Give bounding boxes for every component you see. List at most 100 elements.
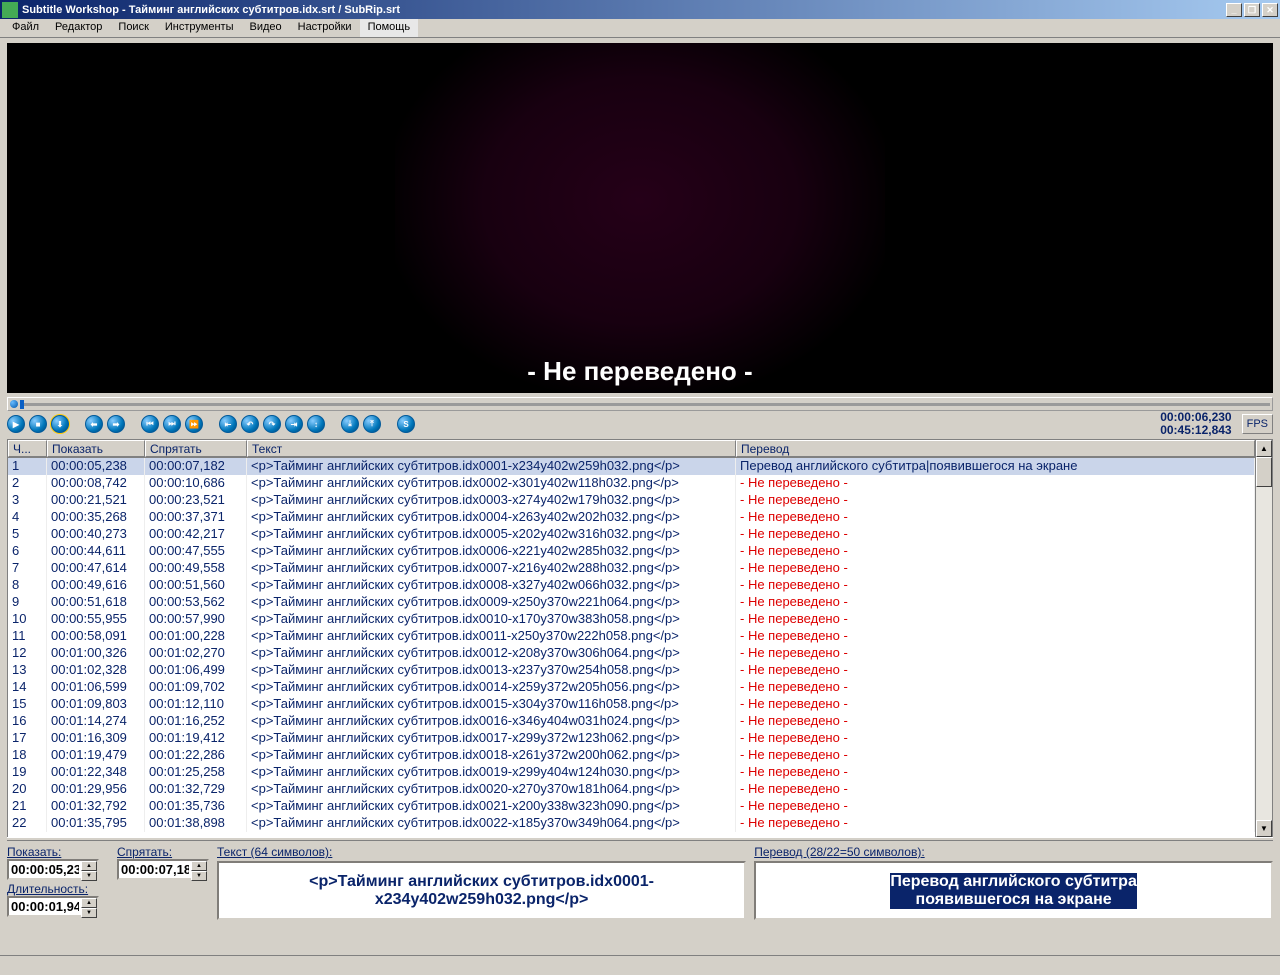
col-translation[interactable]: Перевод: [736, 440, 1255, 457]
cell-translation: - Не переведено -: [736, 696, 1255, 713]
scroll-down-button[interactable]: ▼: [1256, 820, 1272, 837]
video-preview[interactable]: - Не переведено -: [7, 43, 1273, 393]
spin-down-icon[interactable]: ▼: [81, 871, 97, 881]
table-row[interactable]: 1100:00:58,09100:01:00,228<p>Тайминг анг…: [8, 628, 1255, 645]
menu-file[interactable]: Файл: [4, 19, 47, 37]
toolbar-button-4[interactable]: ⬅: [85, 415, 103, 433]
spin-down-icon[interactable]: ▼: [191, 871, 207, 881]
table-row[interactable]: 1000:00:55,95500:00:57,990<p>Тайминг анг…: [8, 611, 1255, 628]
toolbar-button-13[interactable]: ↷: [263, 415, 281, 433]
editor-panel: Показать: ▲▼ Спрятать: ▲▼ Длительность: …: [7, 845, 1273, 920]
table-row[interactable]: 2100:01:32,79200:01:35,736<p>Тайминг анг…: [8, 798, 1255, 815]
table-row[interactable]: 2000:01:29,95600:01:32,729<p>Тайминг анг…: [8, 781, 1255, 798]
cell-show: 00:00:51,618: [47, 594, 145, 611]
table-row[interactable]: 500:00:40,27300:00:42,217<p>Тайминг англ…: [8, 526, 1255, 543]
spin-down-icon[interactable]: ▼: [81, 908, 97, 918]
toolbar-button-17[interactable]: ⤓: [341, 415, 359, 433]
cell-text: <p>Тайминг английских субтитров.idx0008-…: [247, 577, 736, 594]
table-row[interactable]: 600:00:44,61100:00:47,555<p>Тайминг англ…: [8, 543, 1255, 560]
table-row[interactable]: 1600:01:14,27400:01:16,252<p>Тайминг анг…: [8, 713, 1255, 730]
toolbar-button-11[interactable]: ⇤: [219, 415, 237, 433]
toolbar-button-14[interactable]: ⇥: [285, 415, 303, 433]
toolbar-button-18[interactable]: ⤒: [363, 415, 381, 433]
close-button[interactable]: ✕: [1262, 3, 1278, 17]
spin-up-icon[interactable]: ▲: [81, 898, 97, 908]
toolbar-button-2[interactable]: ⬇: [51, 415, 69, 433]
toolbar-button-15[interactable]: ↕: [307, 415, 325, 433]
table-row[interactable]: 400:00:35,26800:00:37,371<p>Тайминг англ…: [8, 509, 1255, 526]
toolbar-button-9[interactable]: ⏩: [185, 415, 203, 433]
scroll-track[interactable]: [1256, 457, 1272, 820]
toolbar-button-1[interactable]: ■: [29, 415, 47, 433]
cell-hide: 00:01:19,412: [145, 730, 247, 747]
cell-num: 6: [8, 543, 47, 560]
table-row[interactable]: 100:00:05,23800:00:07,182<p>Тайминг англ…: [8, 458, 1255, 475]
table-row[interactable]: 1400:01:06,59900:01:09,702<p>Тайминг анг…: [8, 679, 1255, 696]
spin-up-icon[interactable]: ▲: [191, 861, 207, 871]
toolbar-button-7[interactable]: ⏮: [141, 415, 159, 433]
menu-tools[interactable]: Инструменты: [157, 19, 242, 37]
title-bar: Subtitle Workshop - Тайминг английских с…: [0, 0, 1280, 19]
cell-num: 3: [8, 492, 47, 509]
table-row[interactable]: 1200:01:00,32600:01:02,270<p>Тайминг анг…: [8, 645, 1255, 662]
scroll-thumb[interactable]: [1256, 457, 1272, 487]
text-edit-box[interactable]: <p>Тайминг английских субтитров.idx0001-…: [217, 861, 746, 920]
menu-editor[interactable]: Редактор: [47, 19, 110, 37]
menu-video[interactable]: Видео: [241, 19, 289, 37]
show-label: Показать:: [7, 845, 99, 859]
table-row[interactable]: 1800:01:19,47900:01:22,286<p>Тайминг анг…: [8, 747, 1255, 764]
table-row[interactable]: 900:00:51,61800:00:53,562<p>Тайминг англ…: [8, 594, 1255, 611]
duration-field[interactable]: [9, 898, 81, 915]
menu-settings[interactable]: Настройки: [290, 19, 360, 37]
translation-field-label: Перевод (28/22=50 символов):: [754, 845, 1273, 859]
toolbar-button-12[interactable]: ↶: [241, 415, 259, 433]
cell-text: <p>Тайминг английских субтитров.idx0004-…: [247, 509, 736, 526]
seek-thumb[interactable]: [20, 400, 24, 409]
app-icon: [2, 2, 18, 18]
seek-bar[interactable]: [7, 397, 1273, 411]
seek-track[interactable]: [20, 403, 1270, 406]
translation-edit-box[interactable]: Перевод английского субтитрапоявившегося…: [754, 861, 1273, 920]
col-hide[interactable]: Спрятать: [145, 440, 247, 457]
cell-show: 00:00:47,614: [47, 560, 145, 577]
cell-show: 00:01:16,309: [47, 730, 145, 747]
splitter[interactable]: [7, 837, 1273, 841]
cell-text: <p>Тайминг английских субтитров.idx0017-…: [247, 730, 736, 747]
table-row[interactable]: 1500:01:09,80300:01:12,110<p>Тайминг анг…: [8, 696, 1255, 713]
scroll-up-button[interactable]: ▲: [1256, 440, 1272, 457]
col-num[interactable]: Ч...: [8, 440, 47, 457]
cell-num: 21: [8, 798, 47, 815]
toolbar-button-5[interactable]: ➡: [107, 415, 125, 433]
show-time-input[interactable]: ▲▼: [7, 859, 99, 880]
toolbar-button-8[interactable]: ⏭: [163, 415, 181, 433]
cell-hide: 00:00:23,521: [145, 492, 247, 509]
table-row[interactable]: 700:00:47,61400:00:49,558<p>Тайминг англ…: [8, 560, 1255, 577]
cell-show: 00:00:58,091: [47, 628, 145, 645]
show-time-field[interactable]: [9, 861, 81, 878]
col-show[interactable]: Показать: [47, 440, 145, 457]
menu-help[interactable]: Помощь: [360, 19, 419, 37]
table-row[interactable]: 1300:01:02,32800:01:06,499<p>Тайминг анг…: [8, 662, 1255, 679]
duration-input[interactable]: ▲▼: [7, 896, 99, 917]
hide-time-field[interactable]: [119, 861, 191, 878]
table-row[interactable]: 300:00:21,52100:00:23,521<p>Тайминг англ…: [8, 492, 1255, 509]
cell-text: <p>Тайминг английских субтитров.idx0013-…: [247, 662, 736, 679]
table-row[interactable]: 200:00:08,74200:00:10,686<p>Тайминг англ…: [8, 475, 1255, 492]
cell-num: 9: [8, 594, 47, 611]
fps-indicator[interactable]: FPS: [1242, 414, 1273, 434]
toolbar-button-20[interactable]: S: [397, 415, 415, 433]
spin-up-icon[interactable]: ▲: [81, 861, 97, 871]
table-row[interactable]: 800:00:49,61600:00:51,560<p>Тайминг англ…: [8, 577, 1255, 594]
table-row[interactable]: 2200:01:35,79500:01:38,898<p>Тайминг анг…: [8, 815, 1255, 832]
minimize-button[interactable]: _: [1226, 3, 1242, 17]
menu-search[interactable]: Поиск: [110, 19, 156, 37]
grid-scrollbar[interactable]: ▲ ▼: [1255, 440, 1272, 837]
table-row[interactable]: 1900:01:22,34800:01:25,258<p>Тайминг анг…: [8, 764, 1255, 781]
toolbar-button-0[interactable]: ▶: [7, 415, 25, 433]
cell-text: <p>Тайминг английских субтитров.idx0001-…: [247, 458, 736, 475]
hide-time-input[interactable]: ▲▼: [117, 859, 209, 880]
col-text[interactable]: Текст: [247, 440, 736, 457]
cell-translation: - Не переведено -: [736, 475, 1255, 492]
table-row[interactable]: 1700:01:16,30900:01:19,412<p>Тайминг анг…: [8, 730, 1255, 747]
restore-button[interactable]: ❐: [1244, 3, 1260, 17]
